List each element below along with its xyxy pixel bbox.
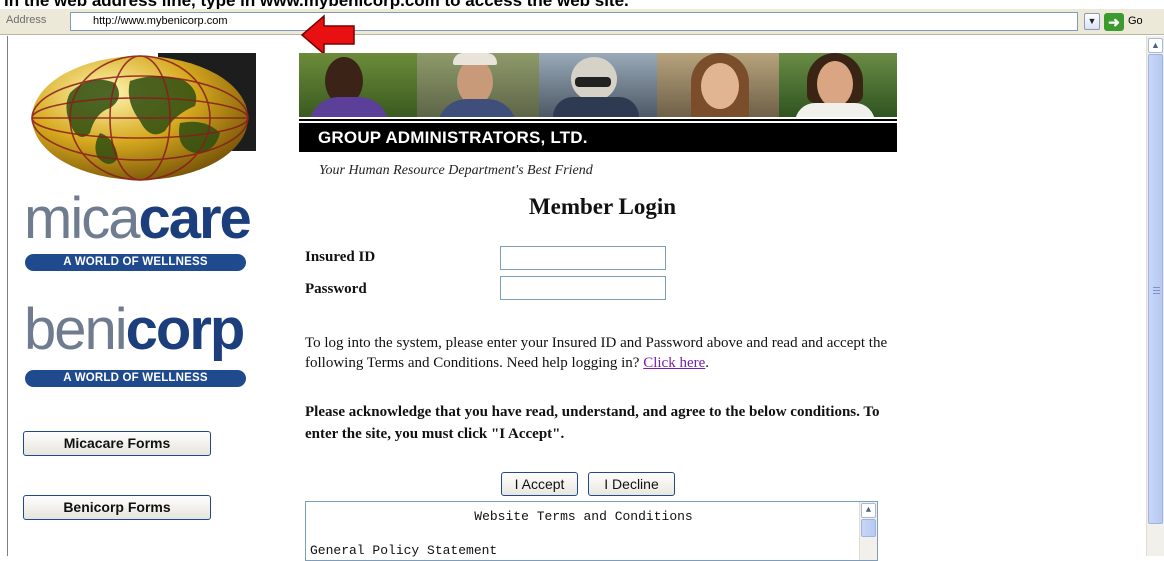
photo-woman (657, 53, 779, 117)
logo-text-bold: corp (125, 297, 246, 362)
scroll-thumb[interactable] (1148, 54, 1163, 524)
go-label: Go (1128, 15, 1143, 27)
micacare-logo: micacare (24, 190, 252, 248)
logo-text-bold: care (138, 186, 251, 251)
scroll-up-icon[interactable]: ▲ (861, 503, 876, 518)
decline-button[interactable]: I Decline (588, 472, 675, 496)
banner-divider-line (299, 119, 897, 121)
page-scrollbar[interactable]: ▲ (1146, 36, 1164, 556)
benicorp-forms-button[interactable]: Benicorp Forms (23, 495, 211, 520)
insured-id-label: Insured ID (305, 249, 376, 265)
globe-logo (31, 53, 256, 181)
address-label: Address (6, 14, 47, 26)
terms-title: Website Terms and Conditions (474, 509, 693, 524)
help-link[interactable]: Click here (643, 355, 705, 371)
scroll-up-icon[interactable]: ▲ (1148, 38, 1163, 53)
scroll-thumb[interactable] (861, 519, 876, 537)
password-label: Password (305, 281, 367, 297)
go-button[interactable]: ➜ Go (1104, 12, 1156, 32)
password-field[interactable] (500, 276, 666, 300)
micacare-forms-button[interactable]: Micacare Forms (23, 431, 211, 456)
benicorp-tagline: A WORLD OF WELLNESS (25, 370, 246, 387)
chevron-down-icon: ▼ (1087, 16, 1097, 26)
instructions-text: To log into the system, please enter you… (305, 335, 888, 371)
micacare-tagline: A WORLD OF WELLNESS (25, 254, 246, 271)
logo-text-light: mica (24, 186, 140, 251)
company-tagline: Your Human Resource Department's Best Fr… (319, 163, 593, 178)
photo-rider (539, 53, 657, 117)
address-input[interactable]: http://www.mybenicorp.com (70, 12, 1078, 31)
photo-man (299, 53, 417, 117)
go-arrow-icon: ➜ (1104, 13, 1124, 31)
grip-icon (1153, 287, 1160, 294)
terms-textarea[interactable]: Website Terms and Conditions General Pol… (305, 501, 878, 561)
instruction-caption: In the web address line, type in www.myb… (0, 0, 1164, 9)
insured-id-field[interactable] (500, 246, 666, 270)
photo-elder (417, 53, 539, 117)
company-name: GROUP ADMINISTRATORS, LTD. (299, 123, 897, 152)
address-bar: Address http://www.mybenicorp.com ▼ ➜ Go (0, 9, 1164, 35)
logo-text-light: beni (24, 297, 128, 362)
address-dropdown-button[interactable]: ▼ (1084, 13, 1100, 30)
benicorp-logo: benicorp (24, 301, 250, 359)
accept-button[interactable]: I Accept (501, 472, 578, 496)
photo-lady (779, 53, 897, 117)
acknowledge-text: Please acknowledge that you have read, u… (305, 404, 880, 442)
banner-photo-strip (299, 53, 897, 117)
terms-scrollbar[interactable]: ▲ (859, 502, 877, 560)
page-title: Member Login (528, 194, 677, 219)
login-instructions: To log into the system, please enter you… (305, 335, 888, 371)
